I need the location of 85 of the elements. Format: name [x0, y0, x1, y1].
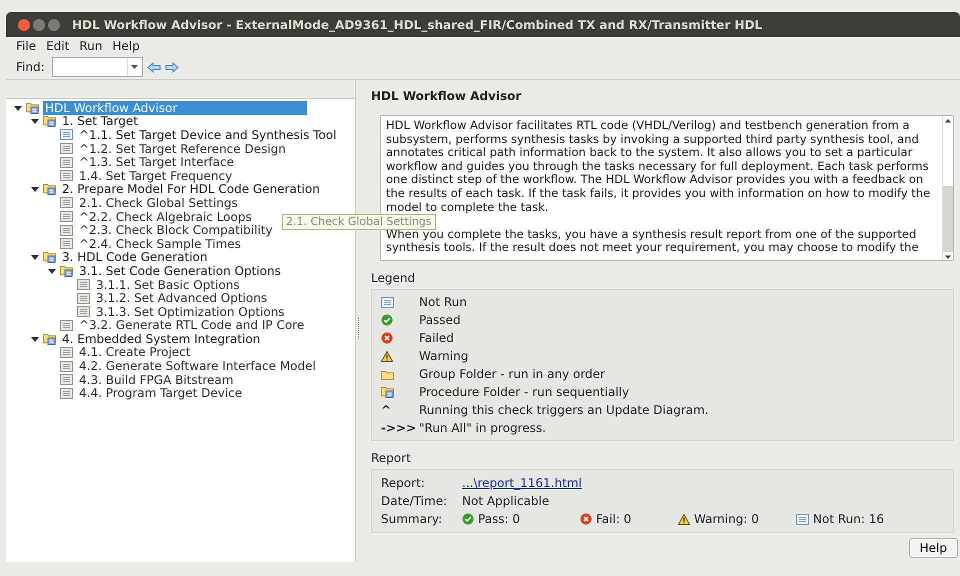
task-icon: [60, 143, 73, 154]
find-label: Find:: [16, 60, 45, 74]
description-text: When you complete the tasks, you have a synthesis result report from one of the supported synthesis tools. If the result does not meet your requirement, you may choose to modify the: [386, 228, 920, 255]
procedure-folder-icon: [381, 386, 394, 398]
expand-triangle-icon[interactable]: [48, 266, 56, 275]
expand-triangle-icon[interactable]: [31, 253, 39, 262]
tree-item[interactable]: 1. Set Target: [60, 114, 140, 128]
legend-label: Running this check triggers an Update Diagram.: [419, 403, 709, 417]
menu-item[interactable]: Run: [79, 39, 102, 53]
task-icon: [60, 320, 73, 331]
summary-count: Not Run: 16: [813, 512, 884, 526]
check-icon: [462, 513, 474, 525]
error-icon: [580, 513, 592, 525]
summary-count: Warning: 0: [694, 512, 759, 526]
find-field[interactable]: [52, 57, 143, 77]
procedure-folder-icon: [60, 264, 73, 277]
help-button[interactable]: Help: [908, 538, 958, 558]
scrollbar[interactable]: [942, 116, 953, 260]
tree-item[interactable]: 2. Prepare Model For HDL Code Generation: [60, 182, 322, 196]
task-icon: [77, 306, 90, 318]
warning-icon: [678, 514, 690, 524]
tree-item[interactable]: 3. HDL Code Generation: [60, 250, 210, 264]
legend-label: Passed: [419, 313, 461, 327]
legend-label: Not Run: [419, 295, 467, 309]
expand-triangle-icon[interactable]: [31, 185, 39, 194]
section-label: Legend: [371, 271, 416, 285]
expand-triangle-icon[interactable]: [14, 104, 22, 112]
tree-item[interactable]: 3.1. Set Code Generation Options: [77, 264, 283, 278]
legend-label: Procedure Folder - run sequentially: [419, 385, 630, 399]
legend-label: Failed: [419, 331, 454, 345]
task-icon: [77, 279, 90, 290]
legend-label: "Run All" in progress.: [419, 421, 546, 435]
error-icon: [381, 332, 393, 344]
panel-heading: HDL Workflow Advisor: [370, 88, 522, 105]
field-label: Report:: [381, 476, 426, 490]
expand-triangle-icon[interactable]: [31, 334, 39, 343]
maximize-icon[interactable]: [48, 18, 60, 30]
minimize-icon[interactable]: [33, 18, 45, 30]
back-arrow-icon[interactable]: [146, 62, 161, 72]
legend-label: Warning: [419, 349, 468, 363]
task-icon: [60, 197, 73, 208]
task-icon: [60, 211, 73, 222]
check-icon: [381, 314, 393, 326]
warning-icon: [381, 350, 393, 362]
splitter-handle[interactable]: [358, 317, 360, 339]
tree-item[interactable]: ^1.1. Set Target Device and Synthesis Tool: [77, 128, 338, 142]
summary-count: Fail: 0: [596, 512, 632, 526]
report-link[interactable]: ...\report_1161.html: [462, 476, 582, 490]
symbol-text: ^: [381, 403, 392, 417]
folder-icon: [381, 368, 394, 380]
task-icon: [77, 292, 90, 304]
procedure-folder-icon: [26, 102, 39, 114]
description-text: HDL Workflow Advisor facilitates RTL code (VHDL/Verilog) and testbench generation from a subsystem, performs synthesis tasks by invoking a supported third party synthesis tool, and annotates critical path information back to the system. It also allows you to set a particular workflow and guides you through the tasks necessary for full deployment. Each task performs one distinct step of the workflow. The HDL Workflow Advisor provides you with a feedback on the results of each task. If the task fails, it provides you with information on how to modify the model to complete the task.: [386, 119, 932, 214]
menu-item[interactable]: Help: [112, 39, 140, 53]
section-label: Report: [371, 451, 412, 465]
menu-item[interactable]: Edit: [46, 39, 70, 53]
caret-icon[interactable]: [131, 65, 138, 69]
procedure-folder-icon: [43, 183, 56, 196]
task-icon: [60, 170, 73, 182]
menu-item[interactable]: File: [16, 39, 36, 53]
task-icon: [60, 238, 73, 250]
summary-count: Pass: 0: [478, 512, 520, 526]
task-icon: [60, 360, 73, 372]
procedure-folder-icon: [43, 251, 56, 264]
field-label: Date/Time:: [381, 494, 448, 508]
task-icon: [60, 346, 73, 358]
field-value: Not Applicable: [462, 494, 550, 508]
procedure-folder-icon: [43, 115, 56, 128]
task-icon: [60, 129, 73, 140]
task-icon: [796, 514, 809, 524]
field-label: Summary:: [381, 512, 444, 526]
task-icon: [60, 388, 73, 399]
tooltip: 2.1. Check Global Settings: [282, 214, 436, 230]
forward-arrow-icon[interactable]: [164, 62, 179, 72]
expand-triangle-icon[interactable]: [31, 117, 39, 126]
symbol-text: ->>>: [381, 421, 416, 435]
task-icon: [381, 296, 394, 308]
window-title: HDL Workflow Advisor - ExternalMode_AD9361_HDL_shared_FIR/Combined TX and RX/Transmitter HDL: [72, 18, 762, 32]
legend-label: Group Folder - run in any order: [419, 367, 605, 381]
close-icon[interactable]: [18, 18, 30, 30]
procedure-folder-icon: [43, 332, 56, 345]
task-icon: [60, 224, 73, 236]
task-icon: [60, 374, 73, 386]
tree-item[interactable]: 4. Embedded System Integration: [60, 332, 262, 346]
task-icon: [60, 156, 73, 168]
